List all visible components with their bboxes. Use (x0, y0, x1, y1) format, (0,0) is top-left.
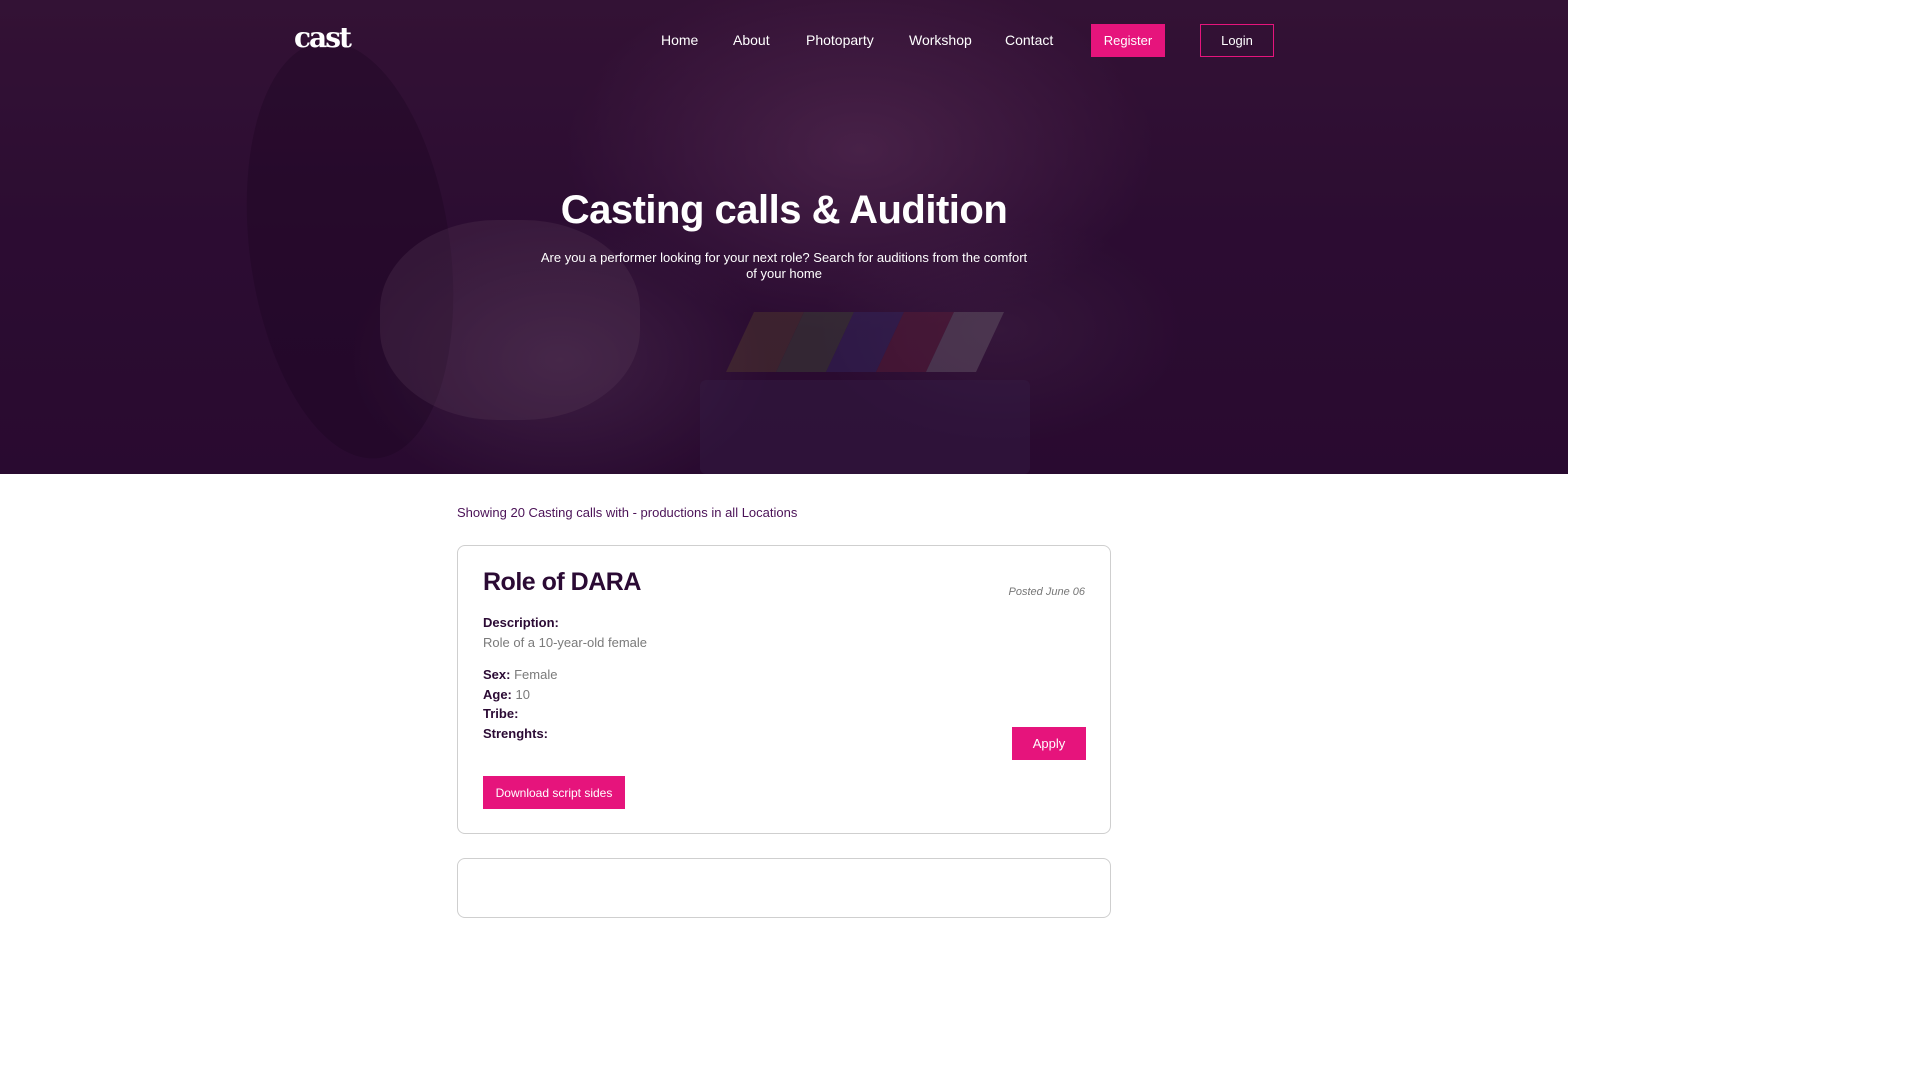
description-label: Description: (483, 615, 559, 630)
sex-value: Female (514, 667, 558, 682)
register-button[interactable]: Register (1091, 24, 1165, 57)
page-subtitle: Are you a performer looking for your nex… (540, 250, 1028, 281)
hero-overlay (0, 0, 1568, 474)
posted-date: Posted June 06 (1008, 586, 1085, 598)
tribe-field: Tribe: (483, 706, 518, 721)
strengths-field: Strenghts: (483, 726, 548, 741)
page-title: Casting calls & Audition (560, 188, 1008, 232)
nav-item-contact[interactable]: Contact (1005, 32, 1053, 48)
casting-call-title: Role of DARA (483, 568, 641, 596)
tribe-label: Tribe: (483, 706, 519, 721)
casting-call-card (457, 858, 1111, 918)
age-field: Age: 10 (483, 687, 530, 702)
sex-field: Sex: Female (483, 667, 557, 682)
main-nav: Home About Photoparty Workshop Contact (0, 24, 1568, 58)
age-value: 10 (515, 687, 530, 702)
results-summary: Showing 20 Casting calls with - producti… (457, 505, 798, 520)
nav-item-home[interactable]: Home (661, 32, 698, 48)
sex-label: Sex: (483, 667, 511, 682)
hero-banner: cast Home About Photoparty Workshop Cont… (0, 0, 1568, 474)
age-label: Age: (483, 687, 512, 702)
apply-button[interactable]: Apply (1012, 727, 1086, 760)
download-script-button[interactable]: Download script sides (483, 776, 625, 809)
nav-item-about[interactable]: About (733, 32, 770, 48)
casting-call-card: Role of DARA Posted June 06 Description:… (457, 545, 1111, 834)
nav-item-photoparty[interactable]: Photoparty (806, 32, 874, 48)
strengths-label: Strenghts: (483, 726, 548, 741)
nav-item-workshop[interactable]: Workshop (909, 32, 972, 48)
login-button[interactable]: Login (1200, 24, 1274, 57)
description-text: Role of a 10-year-old female (483, 635, 648, 650)
